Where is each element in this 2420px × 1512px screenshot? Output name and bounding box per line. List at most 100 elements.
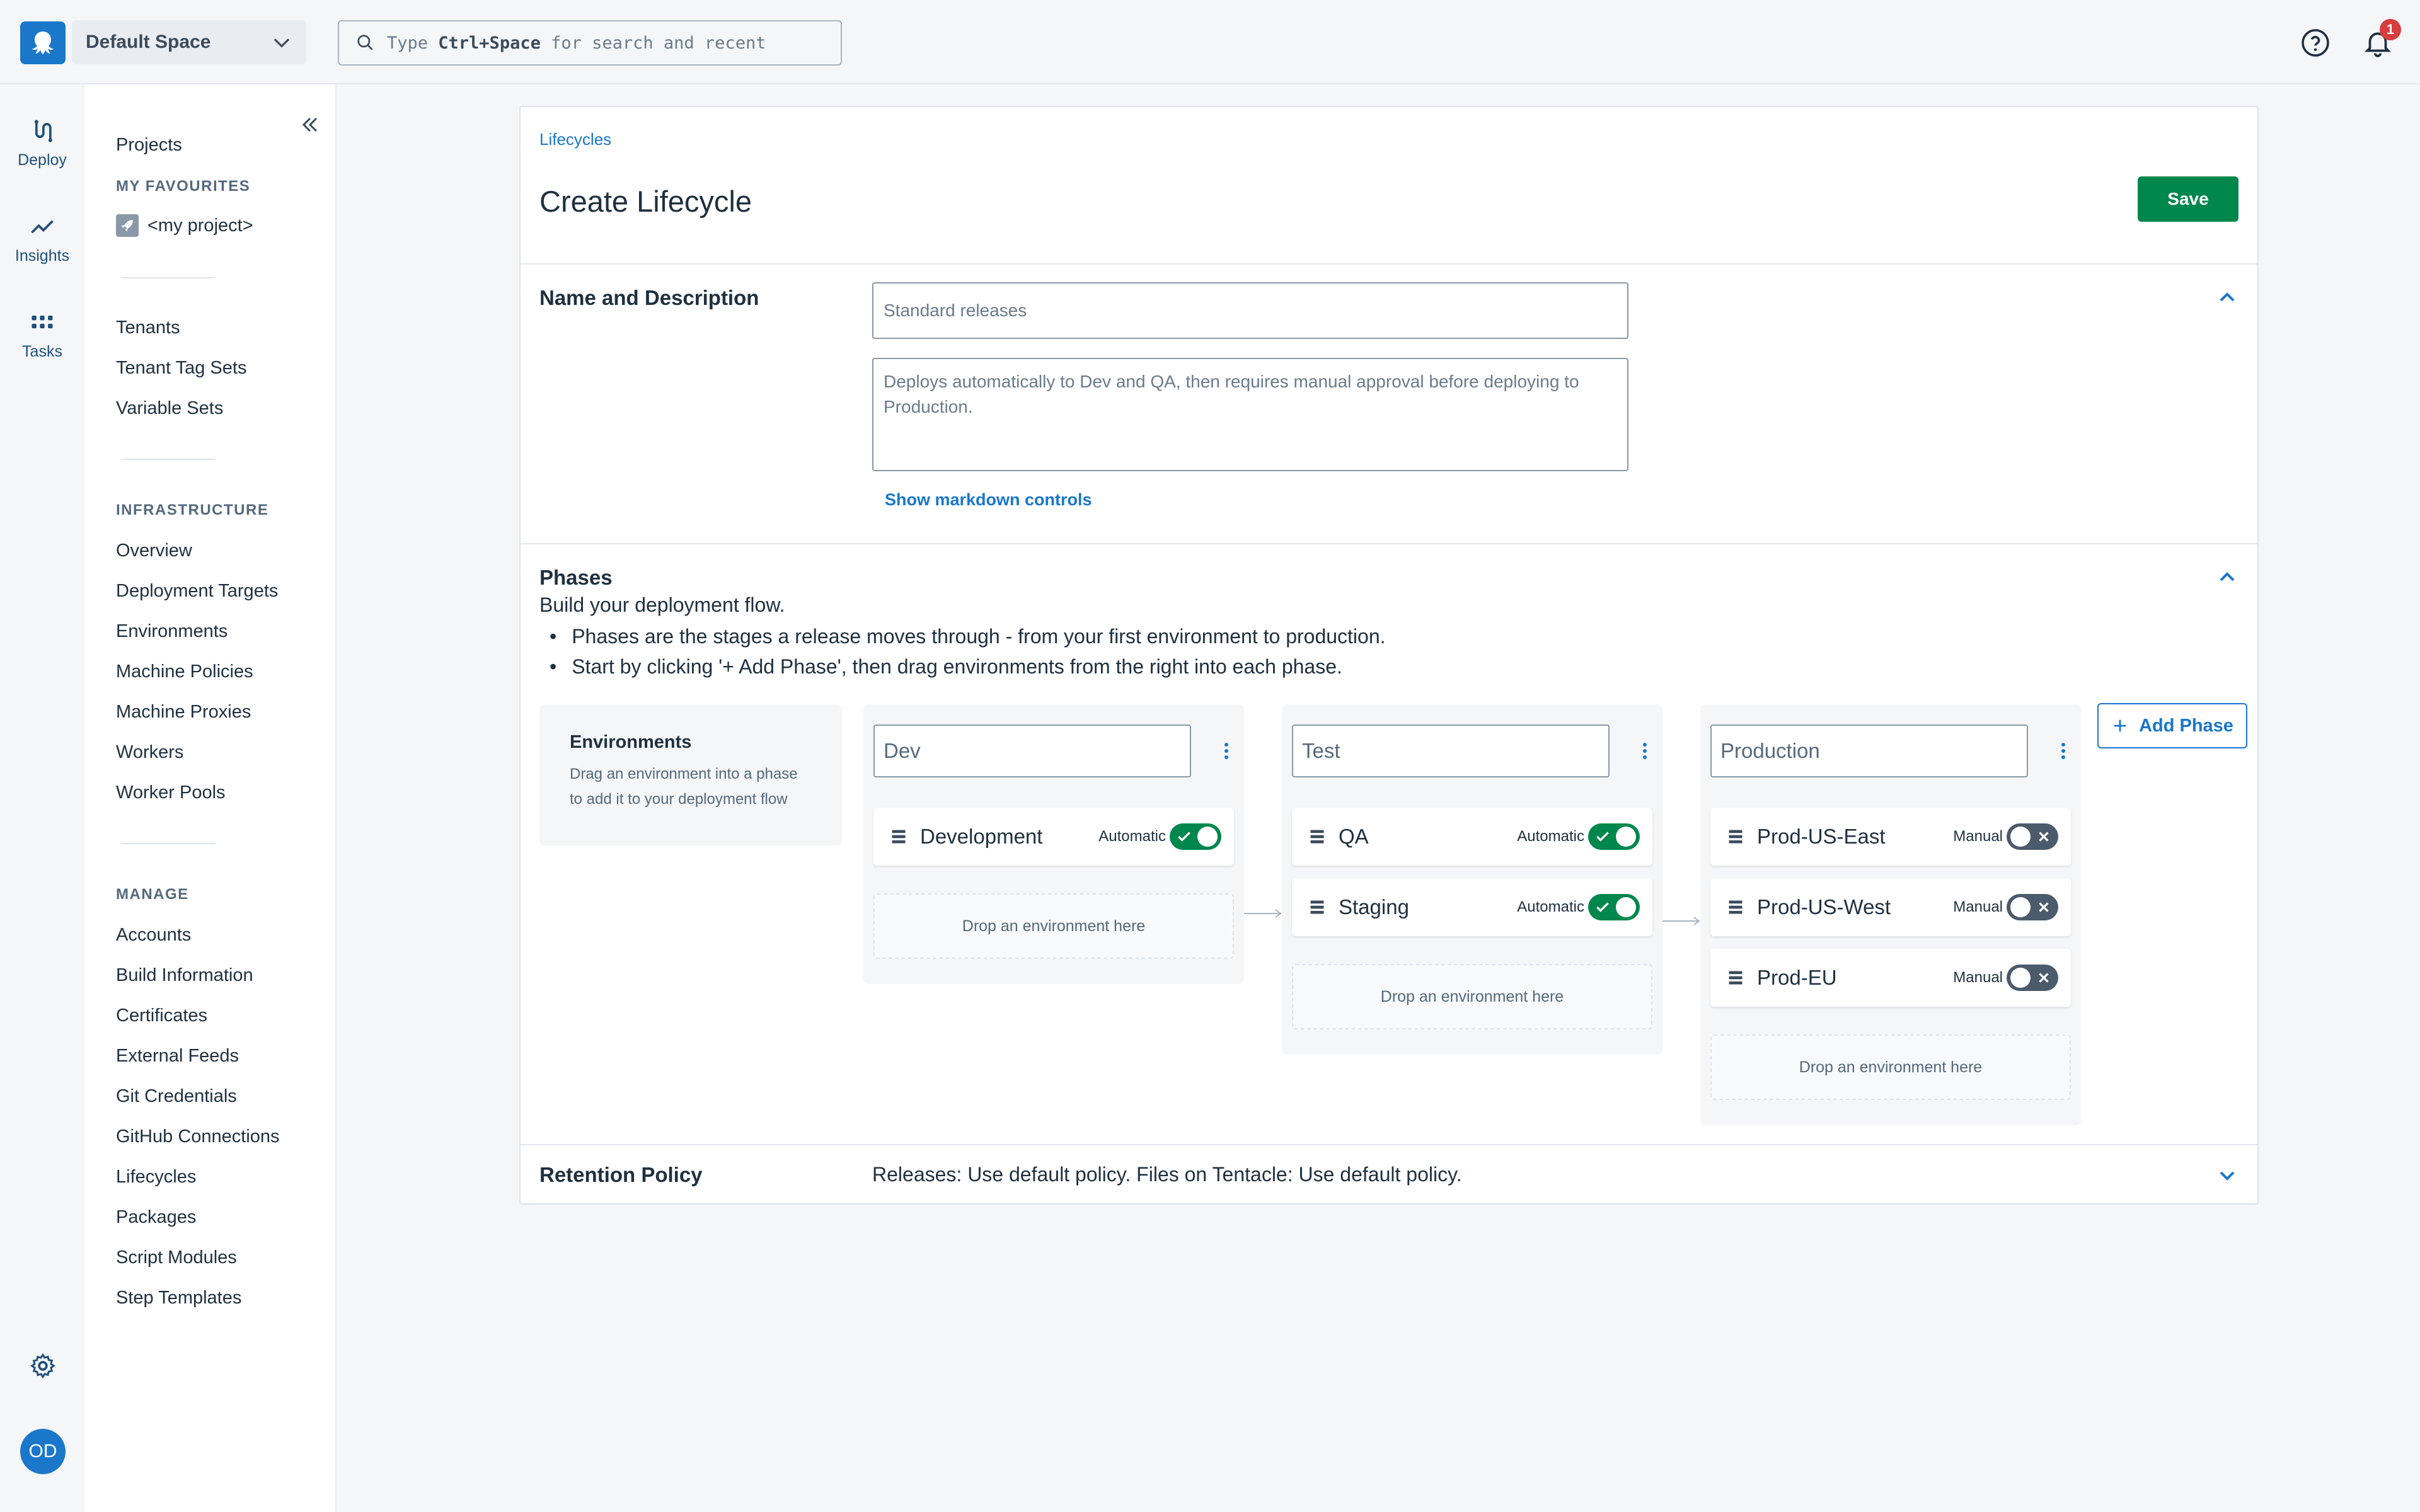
- environment-mode: Automatic: [1517, 828, 1584, 845]
- breadcrumb[interactable]: Lifecycles: [539, 130, 611, 149]
- environment-mode: Manual: [1953, 898, 2003, 915]
- phase-name-input[interactable]: Dev: [873, 724, 1191, 777]
- rail-tasks[interactable]: Tasks: [0, 309, 84, 361]
- manual-toggle[interactable]: [2007, 823, 2058, 850]
- sidebar-item-github-connections[interactable]: GitHub Connections: [116, 1126, 280, 1147]
- sidebar-item-workers[interactable]: Workers: [116, 742, 183, 763]
- lifecycle-card: Lifecycles Create Lifecycle Save Name an…: [519, 106, 2259, 1205]
- kebab-menu-icon[interactable]: [1632, 738, 1657, 764]
- environment-name: QA: [1339, 825, 1369, 848]
- chevron-down-icon[interactable]: [2215, 1163, 2240, 1188]
- sidebar-item-build-information[interactable]: Build Information: [116, 965, 253, 986]
- search-input[interactable]: Type Ctrl+Space for search and recent: [338, 20, 842, 66]
- environment-mode: Automatic: [1517, 898, 1584, 915]
- sidebar-item-machine-policies[interactable]: Machine Policies: [116, 662, 253, 682]
- sidebar-item-external-feeds[interactable]: External Feeds: [116, 1046, 239, 1067]
- lifecycle-name-input[interactable]: Standard releases: [872, 282, 1628, 339]
- chevron-up-icon[interactable]: [2215, 564, 2240, 590]
- favourite-project-item[interactable]: <my project>: [116, 214, 253, 237]
- rail-insights-label: Insights: [14, 247, 70, 265]
- show-markdown-link[interactable]: Show markdown controls: [885, 490, 1092, 510]
- add-phase-button[interactable]: Add Phase: [2097, 703, 2247, 748]
- left-rail: Deploy Insights Tasks: [0, 84, 84, 1512]
- manual-toggle[interactable]: [2007, 965, 2058, 991]
- sidebar-item-overview[interactable]: Overview: [116, 541, 192, 561]
- page-title: Create Lifecycle: [539, 185, 752, 218]
- environment-mode: Manual: [1953, 969, 2003, 986]
- check-icon: [1596, 832, 1609, 842]
- sidebar: Projects MY FAVOURITES <my project> Tena…: [84, 84, 337, 1512]
- sidebar-item-certificates[interactable]: Certificates: [116, 1005, 207, 1026]
- description-placeholder: Deploys automatically to Dev and QA, the…: [884, 372, 1579, 416]
- automatic-toggle[interactable]: [1170, 823, 1221, 850]
- manual-toggle[interactable]: [2007, 894, 2058, 920]
- phase-name-input[interactable]: Production: [1710, 724, 2028, 777]
- name-placeholder: Standard releases: [884, 301, 1027, 320]
- phase-name-input[interactable]: Test: [1292, 724, 1610, 777]
- name-section-title: Name and Description: [539, 286, 759, 309]
- phases-intro: Build your deployment flow.: [539, 593, 785, 616]
- space-selector[interactable]: Default Space: [72, 20, 306, 64]
- environment-card[interactable]: Staging Automatic: [1292, 878, 1652, 936]
- sidebar-item-variable-sets[interactable]: Variable Sets: [116, 398, 223, 419]
- rocket-icon: [116, 214, 139, 237]
- gear-icon[interactable]: [29, 1352, 57, 1380]
- search-icon: [357, 35, 373, 50]
- server-icon: [1729, 971, 1743, 985]
- environment-mode: Manual: [1953, 828, 2003, 845]
- sidebar-item-tenants[interactable]: Tenants: [116, 318, 180, 338]
- sidebar-item-packages[interactable]: Packages: [116, 1207, 196, 1228]
- drop-zone[interactable]: Drop an environment here: [1292, 964, 1652, 1029]
- favourite-project-label: <my project>: [147, 215, 253, 236]
- sidebar-item-lifecycles[interactable]: Lifecycles: [116, 1167, 196, 1188]
- sidebar-item-git-credentials[interactable]: Git Credentials: [116, 1086, 237, 1107]
- environment-card[interactable]: Development Automatic: [873, 808, 1234, 866]
- phases-bullet: Phases are the stages a release moves th…: [550, 625, 1385, 648]
- server-icon: [1729, 900, 1743, 914]
- phase-column: Dev Development Automatic Drop an enviro…: [863, 704, 1244, 984]
- check-icon: [1178, 832, 1190, 842]
- octopus-logo-icon[interactable]: [20, 21, 66, 64]
- automatic-toggle[interactable]: [1588, 823, 1640, 850]
- avatar[interactable]: OD: [20, 1429, 66, 1474]
- retention-summary: Releases: Use default policy. Files on T…: [872, 1163, 1462, 1186]
- sidebar-item-worker-pools[interactable]: Worker Pools: [116, 782, 226, 803]
- sidebar-item-script-modules[interactable]: Script Modules: [116, 1247, 237, 1268]
- sidebar-item-deployment-targets[interactable]: Deployment Targets: [116, 581, 278, 602]
- sidebar-item-tenant-tag-sets[interactable]: Tenant Tag Sets: [116, 358, 246, 379]
- chevron-up-icon[interactable]: [2215, 285, 2240, 310]
- drop-zone[interactable]: Drop an environment here: [1710, 1034, 2071, 1100]
- sidebar-divider: [121, 843, 216, 844]
- environment-card[interactable]: Prod-EU Manual: [1710, 949, 2071, 1007]
- save-button[interactable]: Save: [2138, 176, 2238, 222]
- phases-section-title: Phases: [539, 566, 613, 589]
- close-icon: [2039, 902, 2049, 912]
- environment-card[interactable]: QA Automatic: [1292, 808, 1652, 866]
- sidebar-item-projects[interactable]: Projects: [116, 135, 182, 156]
- automatic-toggle[interactable]: [1588, 894, 1640, 920]
- environment-card[interactable]: Prod-US-West Manual: [1710, 878, 2071, 936]
- tasks-grid-icon: [32, 316, 53, 329]
- check-icon: [1596, 902, 1609, 912]
- kebab-menu-icon[interactable]: [1214, 738, 1239, 764]
- environment-card[interactable]: Prod-US-East Manual: [1710, 808, 2071, 866]
- collapse-sidebar-icon[interactable]: [297, 112, 323, 137]
- close-icon: [2039, 832, 2049, 842]
- lifecycle-description-input[interactable]: Deploys automatically to Dev and QA, the…: [872, 358, 1628, 471]
- sidebar-item-machine-proxies[interactable]: Machine Proxies: [116, 702, 251, 723]
- rail-insights[interactable]: Insights: [0, 213, 84, 265]
- help-icon[interactable]: [2300, 28, 2331, 58]
- rail-deploy[interactable]: Deploy: [0, 117, 84, 169]
- section-divider: [521, 1144, 2257, 1145]
- search-placeholder: Type Ctrl+Space for search and recent: [387, 33, 766, 53]
- kebab-menu-icon[interactable]: [2051, 738, 2076, 764]
- add-phase-label: Add Phase: [2139, 715, 2233, 736]
- sidebar-item-environments[interactable]: Environments: [116, 621, 228, 642]
- environments-panel-desc: Drag an environment into a phase to add …: [570, 765, 798, 808]
- rail-deploy-label: Deploy: [18, 151, 67, 169]
- sidebar-item-accounts[interactable]: Accounts: [116, 925, 191, 946]
- server-icon: [1310, 900, 1324, 914]
- drop-zone[interactable]: Drop an environment here: [873, 893, 1234, 959]
- phase-column: Test QA Automatic Staging Automatic Drop…: [1282, 704, 1662, 1055]
- sidebar-item-step-templates[interactable]: Step Templates: [116, 1288, 241, 1309]
